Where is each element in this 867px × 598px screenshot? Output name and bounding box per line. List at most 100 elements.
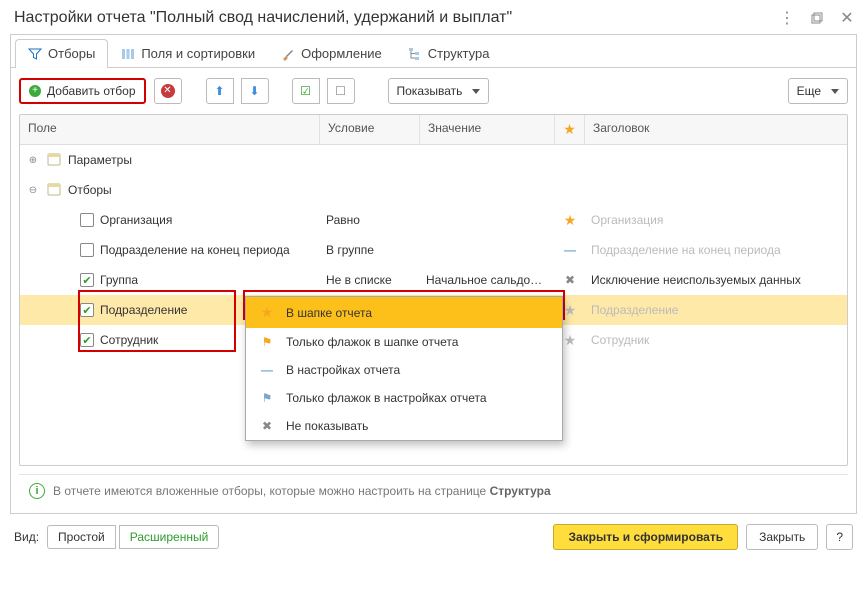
move-up-button[interactable]: ⬆ bbox=[206, 78, 234, 104]
flag-dash-icon: ⚑ bbox=[260, 391, 274, 405]
row-condition[interactable]: В группе bbox=[320, 239, 420, 261]
tab-filters[interactable]: Отборы bbox=[15, 39, 108, 68]
row-label: Группа bbox=[100, 273, 138, 287]
checkbox[interactable] bbox=[80, 213, 94, 227]
footer: Вид: Простой Расширенный Закрыть и сформ… bbox=[0, 514, 867, 560]
dropdown-item-label: В настройках отчета bbox=[286, 363, 400, 377]
delete-button[interactable]: ✕ bbox=[154, 78, 182, 104]
th-header: Заголовок bbox=[585, 115, 847, 144]
window-restore-icon[interactable] bbox=[807, 8, 827, 28]
row-header: Сотрудник bbox=[585, 329, 847, 351]
info-link[interactable]: Структура bbox=[490, 484, 551, 498]
dropdown-item-label: Только флажок в шапке отчета bbox=[286, 335, 458, 349]
delete-icon: ✕ bbox=[161, 84, 175, 98]
move-down-button[interactable]: ⬇ bbox=[241, 78, 269, 104]
check-all-button[interactable]: ☑ bbox=[292, 78, 320, 104]
tab-label: Оформление bbox=[301, 46, 382, 61]
uncheck-all-icon: ☐ bbox=[335, 84, 346, 98]
expand-icon[interactable]: ⊕ bbox=[26, 153, 40, 167]
tabs: Отборы Поля и сортировки Оформление Стру… bbox=[11, 39, 856, 68]
row-label: Подразделение на конец периода bbox=[100, 243, 290, 257]
flag-icon: ⚑ bbox=[260, 335, 274, 349]
th-condition: Условие bbox=[320, 115, 420, 144]
row-value[interactable] bbox=[420, 246, 555, 254]
table-row[interactable]: Подразделение на конец периода В группе … bbox=[20, 235, 847, 265]
more-label: Еще bbox=[797, 84, 821, 98]
info-bar: i В отчете имеются вложенные отборы, кот… bbox=[19, 474, 848, 507]
row-condition[interactable]: Не в списке bbox=[320, 269, 420, 291]
row-header: Организация bbox=[585, 209, 847, 231]
x-icon: ✖ bbox=[260, 419, 274, 433]
plus-icon: + bbox=[29, 85, 41, 97]
add-filter-button[interactable]: + Добавить отбор bbox=[19, 78, 146, 104]
chevron-down-icon bbox=[472, 89, 480, 94]
filter-icon bbox=[28, 47, 42, 61]
close-button[interactable]: Закрыть bbox=[746, 524, 818, 550]
dropdown-item[interactable]: ⚑ Только флажок в шапке отчета bbox=[246, 328, 562, 356]
mode-extended-button[interactable]: Расширенный bbox=[119, 525, 220, 549]
dropdown-item[interactable]: ✖ Не показывать bbox=[246, 412, 562, 440]
info-icon: i bbox=[29, 483, 45, 499]
dropdown-item[interactable]: ★ В шапке отчета bbox=[246, 297, 562, 328]
th-star: ★ bbox=[555, 115, 585, 144]
dash-icon: — bbox=[260, 363, 274, 377]
checkbox[interactable] bbox=[80, 243, 94, 257]
calendar-icon bbox=[46, 151, 62, 170]
tree-label: Параметры bbox=[68, 153, 132, 167]
view-label: Вид: bbox=[14, 530, 39, 544]
show-label: Показывать bbox=[397, 84, 463, 98]
tab-appearance[interactable]: Оформление bbox=[268, 39, 395, 68]
close-and-generate-button[interactable]: Закрыть и сформировать bbox=[553, 524, 738, 550]
tree-node-filters[interactable]: ⊖ Отборы bbox=[20, 175, 847, 205]
view-mode-toggle: Простой Расширенный bbox=[47, 525, 219, 549]
title-bar: Настройки отчета "Полный свод начислений… bbox=[0, 0, 867, 34]
table-row[interactable]: ✔ Группа Не в списке Начальное сальдо… ✖… bbox=[20, 265, 847, 295]
row-value[interactable] bbox=[420, 216, 555, 224]
dropdown-item-label: В шапке отчета bbox=[286, 306, 372, 320]
tab-label: Поля и сортировки bbox=[141, 46, 255, 61]
row-dash[interactable]: — bbox=[555, 239, 585, 261]
tree-node-params[interactable]: ⊕ Параметры bbox=[20, 145, 847, 175]
tab-label: Отборы bbox=[48, 46, 95, 61]
row-x[interactable]: ✖ bbox=[555, 269, 585, 291]
checkbox[interactable]: ✔ bbox=[80, 333, 94, 347]
chevron-down-icon bbox=[831, 89, 839, 94]
collapse-icon[interactable]: ⊖ bbox=[26, 183, 40, 197]
row-star[interactable]: ★ bbox=[555, 208, 585, 233]
th-value: Значение bbox=[420, 115, 555, 144]
check-all-icon: ☑ bbox=[300, 84, 311, 98]
kebab-icon[interactable]: ⋮ bbox=[777, 8, 797, 28]
tab-label: Структура bbox=[428, 46, 490, 61]
show-dropdown: ★ В шапке отчета ⚑ Только флажок в шапке… bbox=[245, 296, 563, 441]
row-header: Исключение неиспользуемых данных bbox=[585, 269, 847, 291]
mode-simple-button[interactable]: Простой bbox=[47, 525, 116, 549]
checkbox[interactable]: ✔ bbox=[80, 303, 94, 317]
dropdown-item[interactable]: ⚑ Только флажок в настройках отчета bbox=[246, 384, 562, 412]
arrow-down-icon: ⬇ bbox=[249, 84, 259, 98]
window-title: Настройки отчета "Полный свод начислений… bbox=[14, 9, 767, 27]
brush-icon bbox=[281, 47, 295, 61]
row-label: Сотрудник bbox=[100, 333, 158, 347]
tree-icon bbox=[408, 47, 422, 61]
dropdown-item[interactable]: — В настройках отчета bbox=[246, 356, 562, 384]
info-text: В отчете имеются вложенные отборы, котор… bbox=[53, 484, 551, 498]
more-button[interactable]: Еще bbox=[788, 78, 848, 104]
toolbar: + Добавить отбор ✕ ⬆ ⬇ ☑ ☐ Показывать Ещ… bbox=[11, 68, 856, 114]
close-icon[interactable]: ✕ bbox=[837, 8, 857, 28]
show-button[interactable]: Показывать bbox=[388, 78, 490, 104]
dropdown-item-label: Не показывать bbox=[286, 419, 368, 433]
tab-structure[interactable]: Структура bbox=[395, 39, 503, 68]
table-row[interactable]: Организация Равно ★ Организация bbox=[20, 205, 847, 235]
row-value[interactable]: Начальное сальдо… bbox=[420, 269, 555, 291]
uncheck-all-button[interactable]: ☐ bbox=[327, 78, 355, 104]
tab-fields-sort[interactable]: Поля и сортировки bbox=[108, 39, 268, 68]
row-condition[interactable]: Равно bbox=[320, 209, 420, 231]
checkbox[interactable]: ✔ bbox=[80, 273, 94, 287]
calendar-icon bbox=[46, 181, 62, 200]
th-field: Поле bbox=[20, 115, 320, 144]
help-button[interactable]: ? bbox=[826, 524, 853, 550]
row-header: Подразделение bbox=[585, 299, 847, 321]
dropdown-item-label: Только флажок в настройках отчета bbox=[286, 391, 487, 405]
add-filter-label: Добавить отбор bbox=[47, 84, 136, 98]
table-header: Поле Условие Значение ★ Заголовок bbox=[20, 115, 847, 145]
